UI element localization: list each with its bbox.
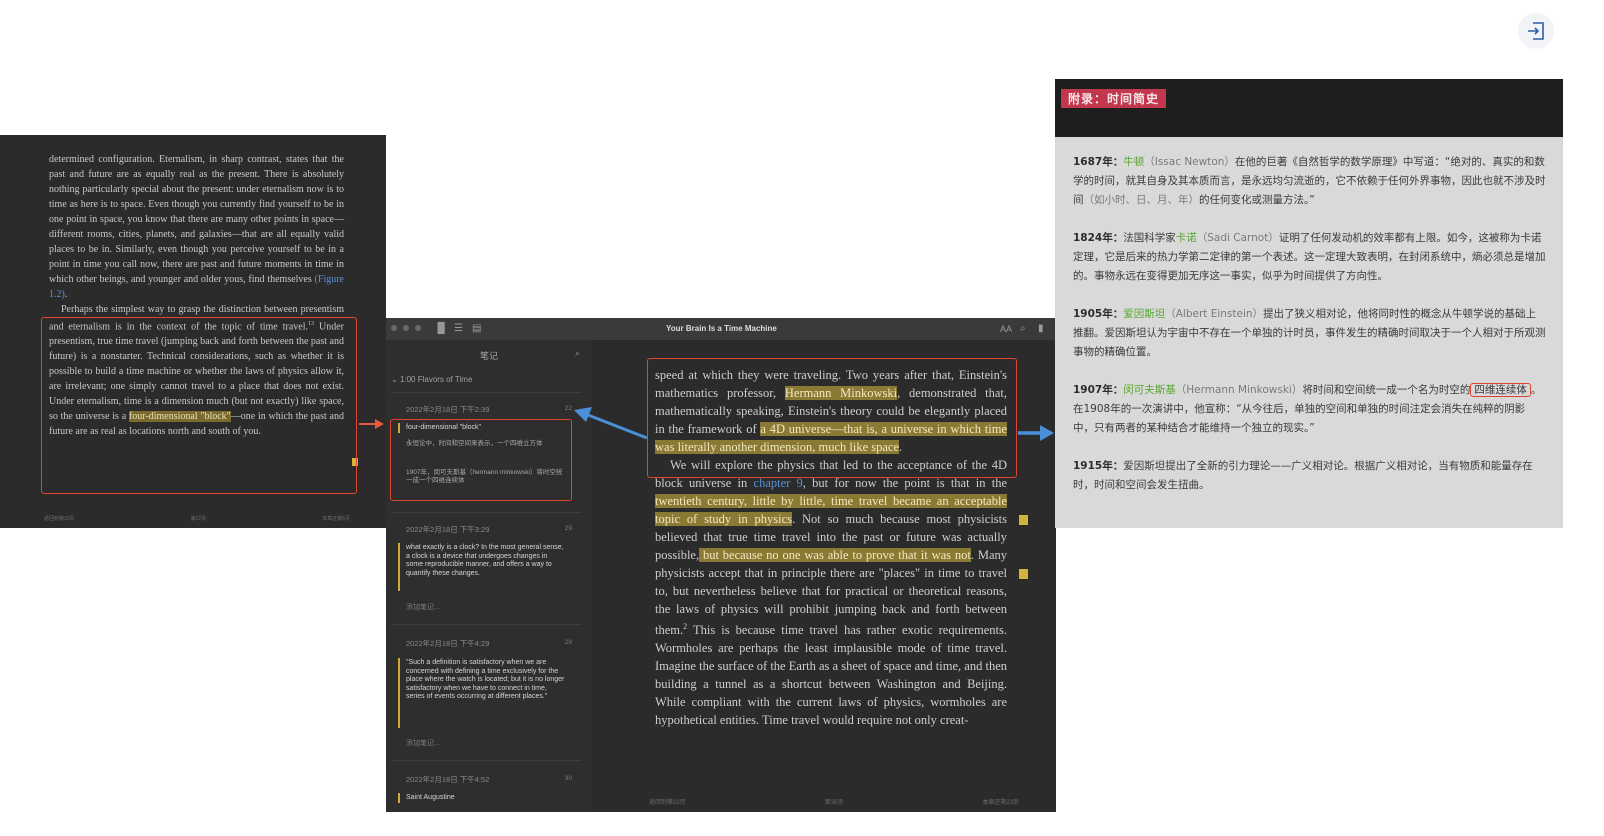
note-3-highlight-bar xyxy=(398,658,400,728)
entry-person: 爱因斯坦 xyxy=(1123,308,1166,320)
note-2-quote[interactable]: what exactly is a clock? In the most gen… xyxy=(406,544,566,578)
footer-back-link[interactable]: 返回到第22页 xyxy=(649,797,686,806)
note-3-add-note[interactable]: 添加笔记... xyxy=(406,738,440,748)
entry-person: 闵可夫斯基 xyxy=(1123,384,1176,396)
footer-chapter-remaining: 本章还剩5页 xyxy=(322,516,350,522)
exit-icon xyxy=(1528,22,1544,40)
arrow-blue-right xyxy=(1018,425,1054,441)
library-icon[interactable]: ▐▌ xyxy=(434,323,448,335)
left-paragraph-1: determined configuration. Eternalism, in… xyxy=(49,154,344,300)
note-1-page: 22 xyxy=(564,405,572,412)
appendix-entry-1905: 1905年：爱因斯坦（Albert Einstein）提出了狭义相对论，他将同时… xyxy=(1073,305,1546,362)
appendix-entry-1915: 1915年：爱因斯坦提出了全新的引力理论——广义相对论。根据广义相对论，当有物质… xyxy=(1073,457,1546,495)
note-marker[interactable] xyxy=(1019,569,1028,579)
entry-en-name: （Issac Newton） xyxy=(1144,156,1235,168)
sidebar-title: 笔记 xyxy=(479,351,498,361)
window-close-button[interactable] xyxy=(391,325,397,331)
entry-text-b: 的任何变化或测量方法。” xyxy=(1199,194,1315,206)
note-4-quote[interactable]: Saint Augustine xyxy=(406,794,566,803)
sidebar-chapter[interactable]: ⌄ 1:00 Flavors of Time xyxy=(391,375,472,384)
content-paragraph-2: We will explore the physics that led to … xyxy=(655,456,1007,729)
note-1-date: 2022年2月18日 下午2:39 xyxy=(406,405,490,414)
highlight-prove[interactable]: but because no one was able to prove tha… xyxy=(699,548,971,562)
left-highlight-box xyxy=(41,317,357,494)
appendix-entry-1687: 1687年：牛顿（Issac Newton）在他的巨著《自然哲学的数学原理》中写… xyxy=(1073,153,1546,210)
boxed-term: 四维连续体 xyxy=(1470,383,1531,397)
arrow-orange xyxy=(359,419,384,429)
note-4-highlight-bar xyxy=(398,793,400,803)
reader-content: speed at which they were traveling. Two … xyxy=(592,340,1056,812)
content-p2-b: , but for now the point is that in the xyxy=(802,476,1008,490)
arrow-blue-left xyxy=(574,407,648,440)
toc-icon[interactable]: ☰ xyxy=(454,323,463,335)
note-2-page: 29 xyxy=(564,525,572,532)
sidebar-divider xyxy=(391,392,581,393)
entry-year: 1687年： xyxy=(1073,156,1124,168)
entry-year: 1907年： xyxy=(1073,384,1124,396)
footer-chapter-remaining: 本章还剩23页 xyxy=(982,800,1019,806)
entry-text: 爱因斯坦提出了全新的引力理论——广义相对论。根据广义相对论，当有物质和能量存在时… xyxy=(1073,460,1533,491)
appendix-title: 附录：时间简史 xyxy=(1061,89,1167,108)
entry-year: 1915年： xyxy=(1073,460,1124,472)
footer-back-link[interactable]: 返回到第20页 xyxy=(44,515,75,522)
entry-en-name: （Albert Einstein） xyxy=(1165,308,1264,320)
window-zoom-button[interactable] xyxy=(415,325,421,331)
sidebar-divider xyxy=(391,512,581,513)
note-marker[interactable] xyxy=(1019,515,1028,525)
entry-en-name: （Sadi Carnot） xyxy=(1196,232,1279,244)
chapter-link[interactable]: chapter 9 xyxy=(754,476,803,490)
notes-icon[interactable]: ▤ xyxy=(472,323,481,335)
reader-footer: 返回到第22页 第35页 本章还剩23页 xyxy=(649,797,1019,806)
left-paragraph-1-text: determined configuration. Eternalism, in… xyxy=(49,154,344,285)
note-3-quote[interactable]: "Such a definition is satisfactory when … xyxy=(406,659,566,702)
note-2-date: 2022年2月18日 下午3:29 xyxy=(406,525,490,534)
note-1-red-box xyxy=(390,419,572,501)
left-page-footer: 返回到第20页 第22页 本章还剩5页 xyxy=(44,515,350,522)
appendix-header: 附录：时间简史 xyxy=(1055,79,1563,137)
footer-page-number: 第35页 xyxy=(824,800,844,806)
note-4-page: 30 xyxy=(564,775,572,782)
appendix-text: 1687年：牛顿（Issac Newton）在他的巨著《自然哲学的数学原理》中写… xyxy=(1073,153,1546,514)
sidebar-divider xyxy=(391,760,581,761)
content-red-box xyxy=(647,358,1017,478)
chevron-down-icon: ⌄ xyxy=(391,375,398,384)
entry-person: 卡诺 xyxy=(1175,232,1197,244)
entry-person: 牛顿 xyxy=(1123,156,1145,168)
window-title: Your Brain Is a Time Machine xyxy=(666,324,777,333)
note-2-add-note[interactable]: 添加笔记... xyxy=(406,602,440,612)
appendix-page: 附录：时间简史 1687年：牛顿（Issac Newton）在他的巨著《自然哲学… xyxy=(1055,79,1563,528)
entry-en-name: （Hermann Minkowski） xyxy=(1175,384,1303,396)
search-icon[interactable]: ⌕ xyxy=(1020,323,1026,335)
left-book-page: determined configuration. Eternalism, in… xyxy=(0,135,386,528)
sidebar-search-icon[interactable]: ⌕ xyxy=(575,348,580,359)
font-size-button[interactable]: AA xyxy=(1000,323,1012,335)
bookmark-icon[interactable]: ▮ xyxy=(1038,323,1044,335)
note-3-date: 2022年2月18日 下午4:29 xyxy=(406,639,490,648)
content-p2-e: This is because time travel has rather e… xyxy=(655,623,1007,728)
entry-paren: （如小时、日、月、年） xyxy=(1083,194,1200,206)
entry-prefix: 法国科学家 xyxy=(1123,232,1176,244)
notes-sidebar: 笔记 ⌕ ⌄ 1:00 Flavors of Time 2022年2月18日 下… xyxy=(386,340,592,812)
appendix-entry-1907: 1907年：闵可夫斯基（Hermann Minkowski）将时间和空间统一成一… xyxy=(1073,381,1546,438)
entry-text: 将时间和空间统一成一个名为时空的 xyxy=(1302,384,1471,396)
sidebar-chapter-label: 1:00 Flavors of Time xyxy=(399,375,473,384)
note-2-highlight-bar xyxy=(398,543,400,591)
footer-page-number: 第22页 xyxy=(190,516,207,522)
reader-titlebar: ▐▌ ☰ ▤ Your Brain Is a Time Machine AA ⌕… xyxy=(386,318,1056,340)
sidebar-divider xyxy=(391,624,581,625)
reader-window: ▐▌ ☰ ▤ Your Brain Is a Time Machine AA ⌕… xyxy=(386,318,1056,812)
entry-year: 1824年： xyxy=(1073,232,1124,244)
entry-year: 1905年： xyxy=(1073,308,1124,320)
window-minimize-button[interactable] xyxy=(403,325,409,331)
note-4-date: 2022年2月18日 下午4:52 xyxy=(406,775,490,784)
note-3-page: 29 xyxy=(564,639,572,646)
exit-button[interactable] xyxy=(1518,13,1554,49)
appendix-entry-1824: 1824年：法国科学家卡诺（Sadi Carnot）证明了任何发动机的效率都有上… xyxy=(1073,229,1546,286)
